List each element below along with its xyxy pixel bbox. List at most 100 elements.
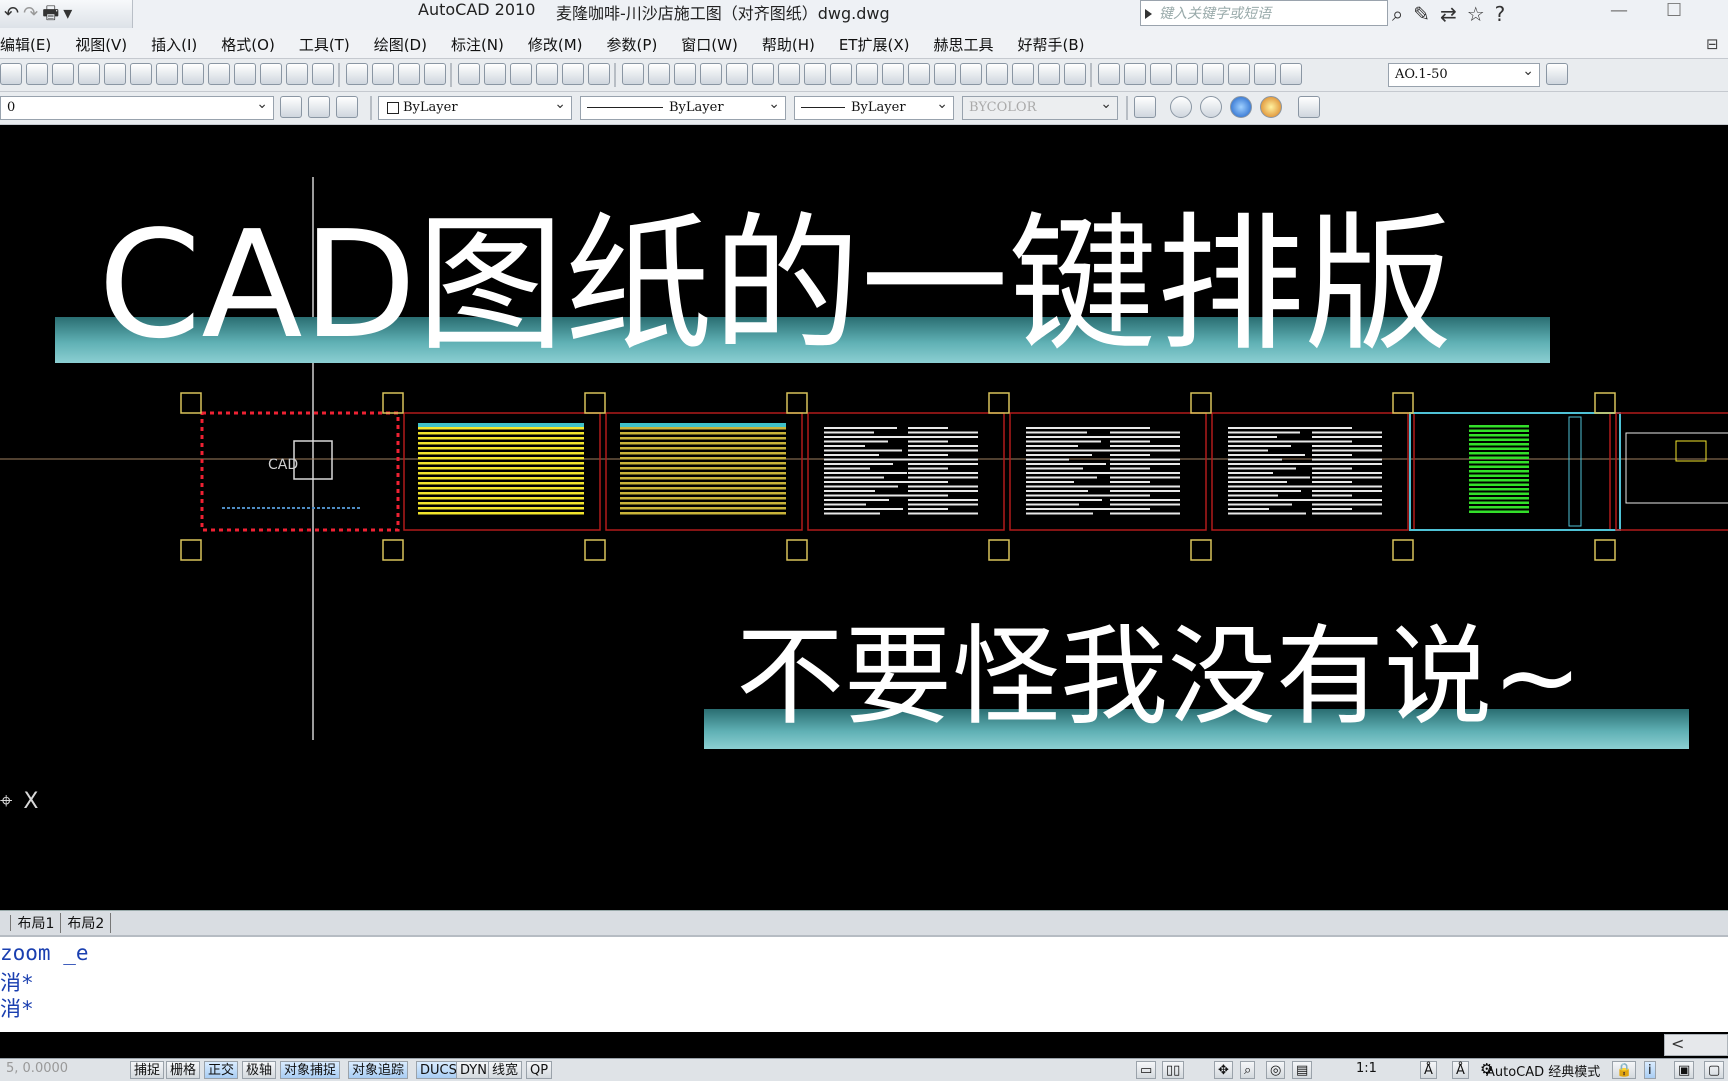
render-icon[interactable] <box>1134 96 1156 118</box>
layer-states-icon[interactable] <box>336 96 358 118</box>
diameter-icon[interactable] <box>804 63 826 85</box>
pan-icon[interactable]: ✥ <box>1214 1061 1233 1079</box>
calculator-icon[interactable] <box>588 63 610 85</box>
menu-window[interactable]: 窗口(W) <box>681 34 738 55</box>
properties-icon[interactable] <box>458 63 480 85</box>
open-icon[interactable] <box>26 63 48 85</box>
grip-handle[interactable] <box>1594 392 1616 414</box>
zoom-icon[interactable]: ⌕ <box>1240 1061 1256 1079</box>
status-toggle-7[interactable]: DYN <box>456 1061 491 1079</box>
plot-icon[interactable] <box>78 63 100 85</box>
menu-et-express[interactable]: ET扩展(X) <box>839 34 910 55</box>
inspect-icon[interactable] <box>1012 63 1034 85</box>
grip-handle[interactable] <box>988 392 1010 414</box>
minimize-button[interactable]: — <box>1610 0 1628 21</box>
maximize-button[interactable]: ☐ <box>1666 0 1682 21</box>
jogged-icon[interactable] <box>778 63 800 85</box>
radius-icon[interactable] <box>752 63 774 85</box>
status-toggle-4[interactable]: 对象捕捉 <box>280 1061 341 1079</box>
jogged-linear-icon[interactable] <box>1038 63 1060 85</box>
menu-draw[interactable]: 绘图(D) <box>374 34 427 55</box>
annotation-scale-status[interactable]: 1:1 <box>1356 1061 1377 1076</box>
undo-icon[interactable]: ↶ <box>4 2 19 26</box>
conceptual-style-icon[interactable] <box>1260 96 1282 118</box>
purge-icon[interactable] <box>1228 63 1250 85</box>
sheet-frame[interactable] <box>807 412 1005 531</box>
status-toggle-8[interactable]: 线宽 <box>488 1061 523 1079</box>
help-icon[interactable]: ? <box>1495 2 1506 26</box>
redo-icon[interactable]: ↷ <box>23 2 38 26</box>
grip-handle[interactable] <box>988 539 1010 561</box>
menu-tools[interactable]: 工具(T) <box>299 34 350 55</box>
designcenter-icon[interactable] <box>484 63 506 85</box>
sheet-frame[interactable] <box>200 411 400 532</box>
status-toggle-5[interactable]: 对象追踪 <box>348 1061 409 1079</box>
star-icon[interactable]: ☆ <box>1467 2 1485 26</box>
lock-icon[interactable]: 🔒 <box>1612 1061 1637 1079</box>
command-window[interactable]: zoom _e 消* 消* <box>0 935 1728 1032</box>
info-center-icon[interactable]: i <box>1644 1061 1656 1079</box>
color-dropdown[interactable]: ByLayer <box>378 93 572 120</box>
grip-handle[interactable] <box>1190 392 1212 414</box>
sheetset-icon[interactable] <box>536 63 558 85</box>
status-toggle-9[interactable]: QP <box>526 1061 553 1079</box>
menu-help[interactable]: 帮助(H) <box>762 34 815 55</box>
markup-icon[interactable] <box>562 63 584 85</box>
continue-icon[interactable] <box>908 63 930 85</box>
clean-screen-icon[interactable]: ▢ <box>1704 1061 1725 1079</box>
tab-model-edge[interactable] <box>0 915 12 931</box>
zoom-previous-icon[interactable] <box>424 63 446 85</box>
blockeditor-icon[interactable] <box>260 63 282 85</box>
center-mark-icon[interactable] <box>986 63 1008 85</box>
grip-handle[interactable] <box>584 539 606 561</box>
hidden-style-icon[interactable] <box>1200 96 1222 118</box>
dim-edit-icon[interactable] <box>1064 63 1086 85</box>
menu-insert[interactable]: 插入(I) <box>151 34 197 55</box>
status-toggle-0[interactable]: 捕捉 <box>130 1061 165 1079</box>
dim-update-icon[interactable] <box>1124 63 1146 85</box>
tab-layout2[interactable]: 布局2 <box>61 913 112 933</box>
grip-handle[interactable] <box>584 392 606 414</box>
command-scroll-button[interactable]: < <box>1664 1034 1728 1056</box>
grip-handle[interactable] <box>382 392 404 414</box>
linetype-dropdown[interactable]: ByLayer <box>580 93 786 120</box>
status-toggle-1[interactable]: 栅格 <box>166 1061 201 1079</box>
sheet-frame[interactable] <box>1009 412 1207 531</box>
baseline-icon[interactable] <box>882 63 904 85</box>
menu-haobangshou[interactable]: 好帮手(B) <box>1017 34 1084 55</box>
plotstyle-dropdown[interactable]: BYCOLOR <box>962 93 1118 120</box>
leader-icon[interactable] <box>934 63 956 85</box>
linear-dim-icon[interactable] <box>648 63 670 85</box>
save-icon[interactable] <box>52 63 74 85</box>
menu-modify[interactable]: 修改(M) <box>528 34 583 55</box>
wrench-icon[interactable]: ✎ <box>1413 2 1430 26</box>
toolbar-b-icon[interactable] <box>1280 63 1302 85</box>
qat-more-icon[interactable]: ▾ <box>63 2 72 26</box>
layer-properties-icon[interactable] <box>280 96 302 118</box>
isolate-icon[interactable]: ▣ <box>1674 1061 1695 1079</box>
sheet-frame[interactable] <box>1211 412 1409 531</box>
qnew-icon[interactable] <box>0 63 22 85</box>
menu-format[interactable]: 格式(O) <box>221 34 275 55</box>
arc-length-icon[interactable] <box>700 63 722 85</box>
angular-icon[interactable] <box>830 63 852 85</box>
menu-close-icon[interactable]: ⊟ <box>1706 35 1719 53</box>
copy-icon[interactable] <box>182 63 204 85</box>
sheet-frame[interactable] <box>1615 412 1728 531</box>
showmotion-icon[interactable]: ▤ <box>1292 1061 1313 1079</box>
grip-handle[interactable] <box>1392 392 1414 414</box>
grip-handle[interactable] <box>1392 539 1414 561</box>
exchange-icon[interactable]: ⇄ <box>1440 2 1457 26</box>
grip-handle[interactable] <box>1190 539 1212 561</box>
annotation-scale-dropdown[interactable]: AO.1-50 <box>1388 60 1540 87</box>
lineweight-dropdown[interactable]: ByLayer <box>794 93 954 120</box>
grip-handle[interactable] <box>382 539 404 561</box>
status-toggle-3[interactable]: 极轴 <box>242 1061 277 1079</box>
zoom-window-icon[interactable] <box>398 63 420 85</box>
matchprop-icon[interactable] <box>234 63 256 85</box>
menu-parametric[interactable]: 参数(P) <box>607 34 658 55</box>
search-input[interactable]: 键入关键字或短语 <box>1140 0 1388 26</box>
insert-icon[interactable] <box>1202 63 1224 85</box>
cut-icon[interactable] <box>156 63 178 85</box>
redo-icon[interactable] <box>312 63 334 85</box>
